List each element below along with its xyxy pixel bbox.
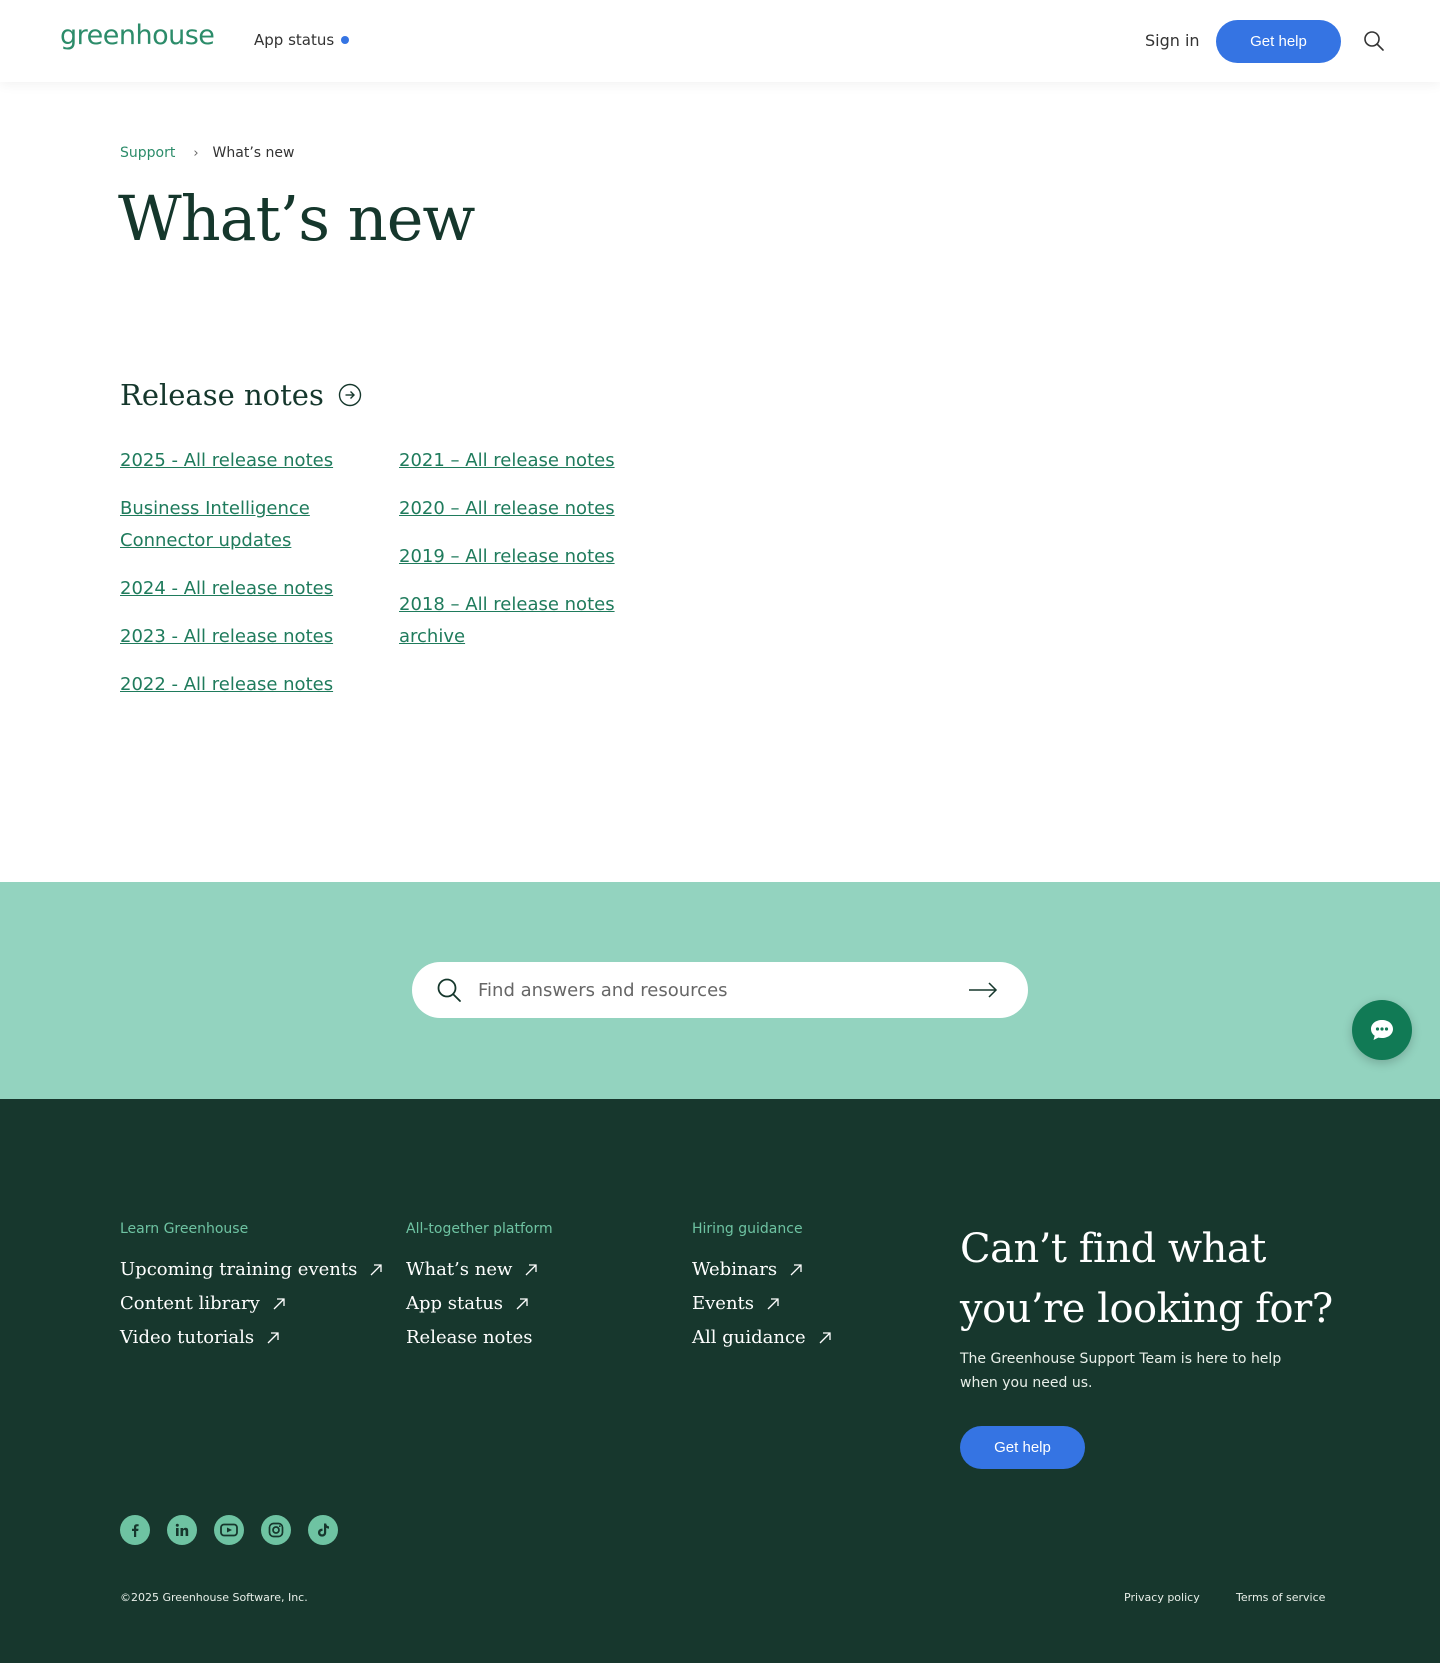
release-link[interactable]: 2024 - All release notes [120, 573, 370, 605]
facebook-icon[interactable] [120, 1515, 150, 1545]
footer-column-platform: All-together platform What’s new App sta… [406, 1221, 553, 1355]
breadcrumb: Support › What’s new [120, 145, 294, 161]
footer-link[interactable]: Webinars [692, 1253, 832, 1287]
search-box[interactable] [412, 962, 1028, 1018]
page-title: What’s new [118, 182, 475, 255]
external-arrow-icon [767, 1298, 779, 1310]
footer-column-title: Learn Greenhouse [120, 1221, 249, 1237]
chat-bubble-icon [1371, 1020, 1393, 1040]
release-link[interactable]: 2019 – All release notes [399, 541, 659, 573]
site-header: greenhouse App status Sign in Get help [0, 0, 1440, 82]
social-links [120, 1515, 338, 1545]
breadcrumb-support[interactable]: Support [120, 145, 175, 161]
privacy-policy-link[interactable]: Privacy policy [1124, 1591, 1200, 1604]
external-arrow-icon [525, 1264, 538, 1276]
release-links-column-2: 2021 – All release notes 2020 – All rele… [399, 445, 659, 669]
arrow-circle-right-icon[interactable] [338, 383, 362, 407]
release-links-column-1: 2025 - All release notes Business Intell… [120, 445, 370, 717]
release-link[interactable]: 2020 – All release notes [399, 493, 659, 525]
release-link[interactable]: 2018 – All release notes archive [399, 589, 659, 653]
chevron-right-icon: › [193, 145, 199, 161]
linkedin-icon[interactable] [167, 1515, 197, 1545]
footer-link[interactable]: Content library [120, 1287, 383, 1321]
chat-button[interactable] [1352, 1000, 1412, 1060]
release-link[interactable]: 2023 - All release notes [120, 621, 370, 653]
release-notes-heading[interactable]: Release notes [120, 378, 362, 412]
external-arrow-icon [819, 1332, 831, 1344]
external-arrow-icon [790, 1264, 802, 1276]
footer-column-learn: Learn Greenhouse Upcoming training event… [120, 1221, 383, 1355]
cta-heading: Can’t find what you’re looking for? [960, 1226, 1333, 1332]
terms-of-service-link[interactable]: Terms of service [1236, 1591, 1325, 1604]
get-help-button[interactable]: Get help [1216, 20, 1341, 63]
footer-column-title: Hiring guidance [692, 1221, 803, 1237]
app-status-label: App status [254, 31, 335, 49]
release-link[interactable]: Business Intelligence Connector updates [120, 493, 370, 557]
search-icon[interactable] [1363, 30, 1385, 52]
footer-link[interactable]: Release notes [406, 1321, 553, 1355]
app-status-link[interactable]: App status [254, 31, 350, 49]
external-arrow-icon [273, 1298, 285, 1310]
footer-link[interactable]: Video tutorials [120, 1321, 383, 1355]
footer-link[interactable]: What’s new [406, 1253, 553, 1287]
footer-link[interactable]: App status [406, 1287, 553, 1321]
youtube-icon[interactable] [214, 1515, 244, 1545]
copyright-text: ©2025 Greenhouse Software, Inc. [120, 1591, 308, 1604]
external-arrow-icon [267, 1332, 279, 1344]
release-link[interactable]: 2022 - All release notes [120, 669, 370, 701]
footer-column-title: All-together platform [406, 1221, 553, 1237]
instagram-icon[interactable] [261, 1515, 291, 1545]
breadcrumb-current: What’s new [212, 145, 295, 161]
arrow-right-icon[interactable] [967, 980, 999, 1000]
cta-text: The Greenhouse Support Team is here to h… [960, 1351, 1282, 1391]
footer-get-help-button[interactable]: Get help [960, 1426, 1085, 1469]
footer-column-hiring: Hiring guidance Webinars Events All guid… [692, 1221, 832, 1355]
sign-in-link[interactable]: Sign in [1145, 31, 1200, 50]
footer-link[interactable]: Upcoming training events [120, 1253, 383, 1287]
status-dot-icon [341, 36, 350, 44]
footer-link[interactable]: Events [692, 1287, 832, 1321]
footer-link[interactable]: All guidance [692, 1321, 832, 1355]
tiktok-icon[interactable] [308, 1515, 338, 1545]
search-band [0, 882, 1440, 1099]
release-link[interactable]: 2021 – All release notes [399, 445, 659, 477]
site-footer: Learn Greenhouse Upcoming training event… [0, 1099, 1440, 1663]
release-link[interactable]: 2025 - All release notes [120, 445, 370, 477]
external-arrow-icon [370, 1264, 382, 1276]
search-icon [437, 978, 461, 1002]
greenhouse-logo[interactable]: greenhouse [60, 20, 215, 51]
search-input[interactable] [478, 978, 938, 1002]
external-arrow-icon [516, 1298, 528, 1310]
release-notes-label: Release notes [120, 378, 324, 412]
